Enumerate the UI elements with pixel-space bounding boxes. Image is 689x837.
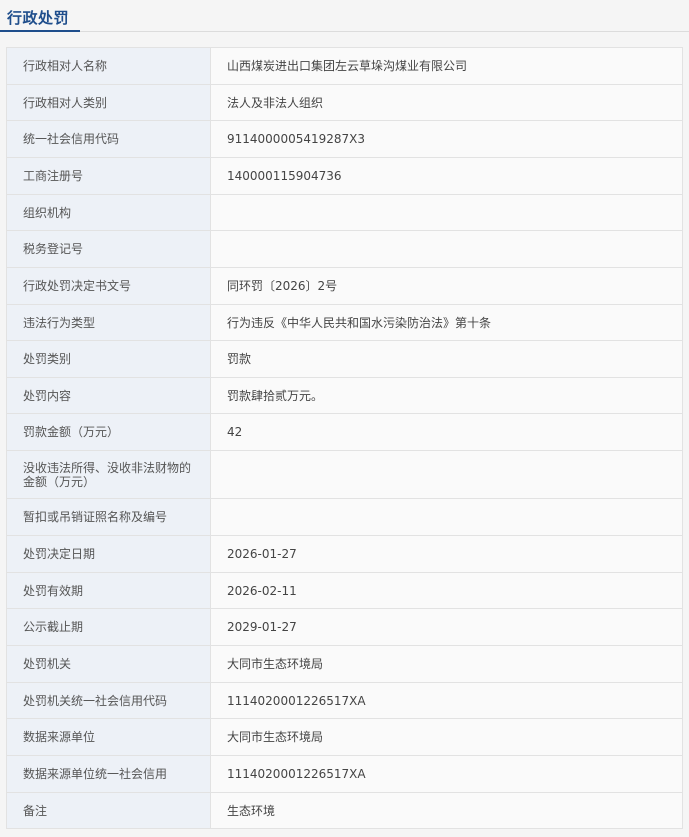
table-row: 工商注册号 140000115904736	[6, 157, 683, 195]
row-label: 没收违法所得、没收非法财物的金额（万元）	[6, 450, 211, 499]
row-value: 2026-02-11	[210, 572, 683, 609]
row-value: 2026-01-27	[210, 535, 683, 573]
row-value: 42	[210, 413, 683, 451]
row-label: 处罚机关	[6, 645, 211, 683]
table-row: 处罚决定日期 2026-01-27	[6, 535, 683, 573]
row-value: 山西煤炭进出口集团左云草垛沟煤业有限公司	[210, 47, 683, 85]
table-row: 处罚内容 罚款肆拾贰万元。	[6, 377, 683, 414]
row-label: 工商注册号	[6, 157, 211, 195]
row-value: 1114020001226517XA	[210, 755, 683, 793]
row-value: 大同市生态环境局	[210, 718, 683, 756]
row-label: 处罚有效期	[6, 572, 211, 609]
row-label: 公示截止期	[6, 608, 211, 646]
section-title: 行政处罚	[7, 9, 70, 27]
table-row: 处罚机关 大同市生态环境局	[6, 645, 683, 683]
row-label: 行政相对人名称	[6, 47, 211, 85]
row-value	[210, 498, 683, 536]
row-label: 数据来源单位	[6, 718, 211, 756]
row-label: 税务登记号	[6, 230, 211, 268]
row-value: 9114000005419287X3	[210, 120, 683, 158]
row-label: 行政处罚决定书文号	[6, 267, 211, 305]
row-value: 大同市生态环境局	[210, 645, 683, 683]
table-row: 行政相对人类别 法人及非法人组织	[6, 84, 683, 121]
table-row: 没收违法所得、没收非法财物的金额（万元）	[6, 450, 683, 499]
row-label: 行政相对人类别	[6, 84, 211, 121]
table-row: 处罚有效期 2026-02-11	[6, 572, 683, 609]
table-row: 税务登记号	[6, 230, 683, 268]
table-row: 备注 生态环境	[6, 792, 683, 829]
row-value	[210, 450, 683, 499]
row-label: 数据来源单位统一社会信用	[6, 755, 211, 793]
row-value: 140000115904736	[210, 157, 683, 195]
row-label: 罚款金额（万元）	[6, 413, 211, 451]
row-label: 组织机构	[6, 194, 211, 231]
table-row: 罚款金额（万元） 42	[6, 413, 683, 451]
row-value: 1114020001226517XA	[210, 682, 683, 719]
table-row: 统一社会信用代码 9114000005419287X3	[6, 120, 683, 158]
row-label: 统一社会信用代码	[6, 120, 211, 158]
row-value: 同环罚〔2026〕2号	[210, 267, 683, 305]
row-value: 法人及非法人组织	[210, 84, 683, 121]
penalty-info-table: 行政相对人名称 山西煤炭进出口集团左云草垛沟煤业有限公司 行政相对人类别 法人及非法…	[6, 47, 683, 829]
table-row: 行政处罚决定书文号 同环罚〔2026〕2号	[6, 267, 683, 305]
row-label: 处罚决定日期	[6, 535, 211, 573]
row-value: 生态环境	[210, 792, 683, 829]
row-label: 处罚类别	[6, 340, 211, 378]
row-value: 2029-01-27	[210, 608, 683, 646]
table-row: 行政相对人名称 山西煤炭进出口集团左云草垛沟煤业有限公司	[6, 47, 683, 85]
row-label: 暂扣或吊销证照名称及编号	[6, 498, 211, 536]
row-value	[210, 194, 683, 231]
section-header: 行政处罚	[0, 0, 689, 34]
table-row: 处罚类别 罚款	[6, 340, 683, 378]
title-underline	[0, 30, 80, 32]
row-label: 备注	[6, 792, 211, 829]
table-row: 组织机构	[6, 194, 683, 231]
row-value: 罚款	[210, 340, 683, 378]
table-row: 数据来源单位 大同市生态环境局	[6, 718, 683, 756]
row-label: 违法行为类型	[6, 304, 211, 341]
table-row: 暂扣或吊销证照名称及编号	[6, 498, 683, 536]
table-row: 处罚机关统一社会信用代码 1114020001226517XA	[6, 682, 683, 719]
row-value: 行为违反《中华人民共和国水污染防治法》第十条	[210, 304, 683, 341]
table-row: 违法行为类型 行为违反《中华人民共和国水污染防治法》第十条	[6, 304, 683, 341]
row-label: 处罚内容	[6, 377, 211, 414]
row-value	[210, 230, 683, 268]
header-divider	[0, 31, 689, 32]
table-row: 公示截止期 2029-01-27	[6, 608, 683, 646]
row-label: 处罚机关统一社会信用代码	[6, 682, 211, 719]
table-row: 数据来源单位统一社会信用 1114020001226517XA	[6, 755, 683, 793]
row-value: 罚款肆拾贰万元。	[210, 377, 683, 414]
